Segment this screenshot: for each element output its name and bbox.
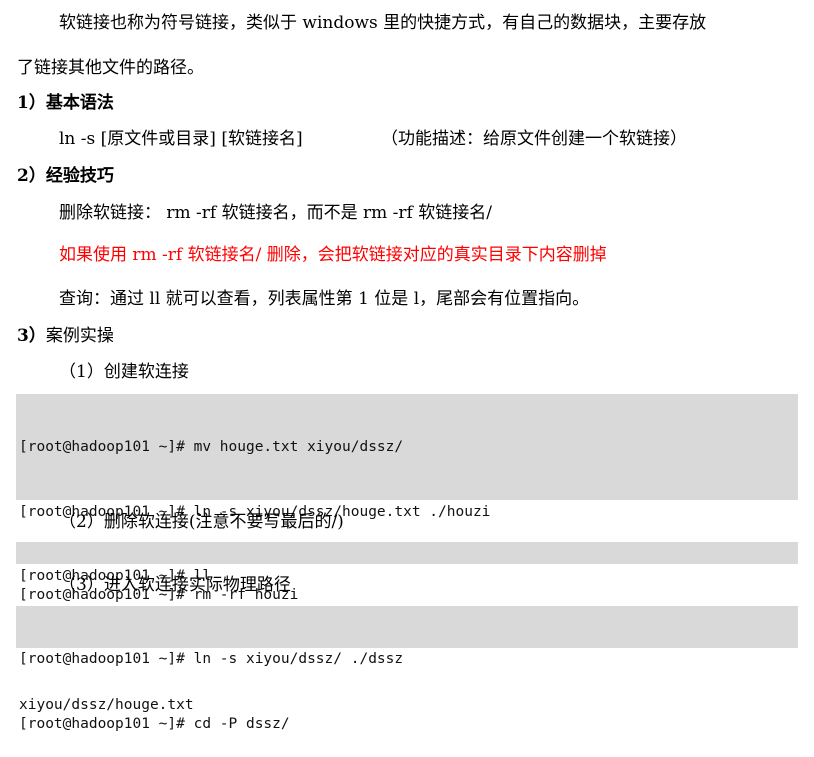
section-heading-examples: 3）案例实操: [17, 325, 114, 347]
code-line: [root@hadoop101 ~]# mv houge.txt xiyou/d…: [19, 439, 404, 455]
code-block-physical-path: [root@hadoop101 ~]# ln -s xiyou/dssz/ ./…: [16, 606, 798, 732]
code-line: [root@hadoop101 ~]# ln -s xiyou/dssz/ ./…: [19, 651, 404, 667]
intro-line-1: 软链接也称为符号链接，类似于 windows 里的快捷方式，有自己的数据块，主要…: [59, 13, 707, 33]
step-title-delete: （2）删除软连接(注意不要写最后的/): [59, 512, 344, 532]
code-block-delete: [root@hadoop101 ~]# rm -rf houzi: [16, 542, 798, 603]
tip-query: 查询：通过 ll 就可以查看，列表属性第 1 位是 l，尾部会有位置指向。: [59, 289, 590, 309]
step-title-create: （1）创建软连接: [59, 362, 189, 382]
warning-text: 如果使用 rm -rf 软链接名/ 删除，会把软链接对应的真实目录下内容删掉: [59, 245, 607, 265]
tip-delete: 删除软链接： rm -rf 软链接名，而不是 rm -rf 软链接名/: [59, 203, 492, 223]
code-block-create: [root@hadoop101 ~]# mv houge.txt xiyou/d…: [16, 394, 798, 713]
intro-line-2: 了链接其他文件的路径。: [17, 58, 204, 78]
code-line: [root@hadoop101 ~]# cd -P dssz/: [19, 715, 290, 732]
section-heading-label: 案例实操: [45, 326, 114, 346]
section-heading-number: 3）: [17, 326, 46, 346]
section-heading-tips: 2）经验技巧: [17, 166, 114, 186]
step-title-physical-path: （3）进入软连接实际物理路径: [59, 575, 291, 595]
syntax-command: ln -s [原文件或目录] [软链接名]: [59, 129, 303, 149]
syntax-description: （功能描述：给原文件创建一个软链接）: [381, 129, 687, 149]
section-heading-syntax: 1）基本语法: [17, 93, 114, 113]
